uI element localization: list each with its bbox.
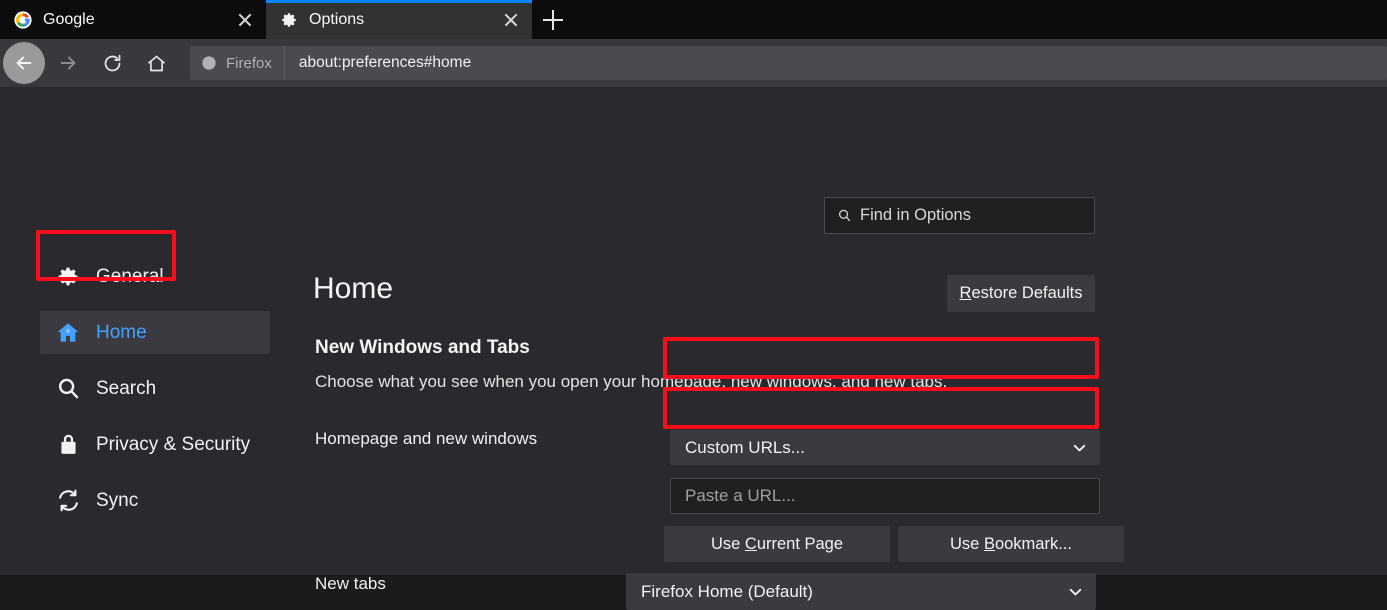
tab-title: Options <box>309 10 365 28</box>
identity-label: Firefox <box>226 54 272 72</box>
back-button[interactable] <box>2 41 46 85</box>
home-icon <box>147 55 165 71</box>
use-current-page-accesskey: C <box>744 534 757 553</box>
navigation-toolbar: Firefox about:preferences#home <box>0 39 1387 87</box>
tab-title: Google <box>43 10 95 28</box>
sync-icon <box>54 487 82 515</box>
sidebar-item-label: Sync <box>96 489 139 511</box>
close-icon[interactable] <box>234 9 256 31</box>
search-icon <box>837 208 852 223</box>
restore-defaults-button[interactable]: Restore Defaults <box>947 275 1095 312</box>
forward-arrow-icon <box>60 56 76 70</box>
back-arrow-icon <box>16 56 32 70</box>
home-button[interactable] <box>134 41 178 85</box>
tab-strip: Google Options <box>0 0 1387 39</box>
homepage-select[interactable]: Custom URLs... <box>670 430 1100 465</box>
use-current-page-button[interactable]: Use Current Page <box>664 526 890 562</box>
browser-window: Google Options Firefox about:preferences… <box>0 0 1387 610</box>
homepage-url-input[interactable]: Paste a URL... <box>670 478 1100 514</box>
sidebar-item-label: Search <box>96 377 157 399</box>
identity-box[interactable]: Firefox <box>190 46 285 80</box>
use-current-page-prefix: Use <box>710 534 745 553</box>
tab-options[interactable]: Options <box>266 0 532 39</box>
use-bookmark-suffix: ookmark... <box>994 534 1072 553</box>
preferences-content: Find in Options General Home Search Priv… <box>0 87 1387 610</box>
new-tab-button[interactable] <box>532 0 574 39</box>
preferences-sidebar: General Home Search Privacy & Security S… <box>40 255 270 535</box>
forward-button[interactable] <box>46 41 90 85</box>
newtabs-row-label: New tabs <box>315 574 386 593</box>
page-title: Home <box>313 272 394 305</box>
sidebar-item-sync[interactable]: Sync <box>40 479 270 522</box>
sidebar-item-label: Home <box>96 321 147 343</box>
use-current-page-suffix: urrent Page <box>756 534 844 553</box>
use-bookmark-prefix: Use <box>950 534 984 553</box>
search-icon <box>54 375 82 403</box>
address-bar[interactable]: Firefox about:preferences#home <box>190 46 1387 80</box>
sidebar-item-label: Privacy & Security <box>96 433 251 455</box>
url-text[interactable]: about:preferences#home <box>285 54 1387 72</box>
lock-icon <box>54 431 82 459</box>
homepage-url-placeholder: Paste a URL... <box>685 486 796 505</box>
sidebar-item-home[interactable]: Home <box>40 311 270 354</box>
newtabs-select-value: Firefox Home (Default) <box>641 581 813 601</box>
gear-icon <box>54 263 82 291</box>
firefox-icon <box>200 54 218 72</box>
reload-button[interactable] <box>90 41 134 85</box>
section-title: New Windows and Tabs <box>315 337 530 358</box>
sidebar-item-general[interactable]: General <box>40 255 270 298</box>
google-favicon <box>14 10 32 29</box>
chevron-down-icon <box>1072 443 1086 452</box>
sidebar-item-label: General <box>96 265 164 287</box>
close-icon[interactable] <box>500 9 522 31</box>
find-placeholder: Find in Options <box>860 206 971 224</box>
sidebar-item-privacy-security[interactable]: Privacy & Security <box>40 423 270 466</box>
homepage-row-label: Homepage and new windows <box>315 429 538 448</box>
homepage-select-value: Custom URLs... <box>685 437 805 457</box>
homepage-action-buttons: Use Current Page Use Bookmark... <box>664 526 1124 562</box>
newtabs-select[interactable]: Firefox Home (Default) <box>626 573 1096 610</box>
tab-google[interactable]: Google <box>0 0 266 39</box>
use-bookmark-accesskey: B <box>983 534 995 553</box>
gear-icon <box>280 11 298 29</box>
restore-defaults-accesskey: R <box>959 284 972 302</box>
section-description: Choose what you see when you open your h… <box>315 372 948 391</box>
find-in-options-input[interactable]: Find in Options <box>824 197 1095 234</box>
restore-defaults-label: estore Defaults <box>971 284 1083 302</box>
use-bookmark-button[interactable]: Use Bookmark... <box>898 526 1124 562</box>
reload-icon <box>104 54 120 71</box>
sidebar-item-search[interactable]: Search <box>40 367 270 410</box>
home-icon <box>54 319 82 347</box>
chevron-down-icon <box>1068 587 1082 596</box>
